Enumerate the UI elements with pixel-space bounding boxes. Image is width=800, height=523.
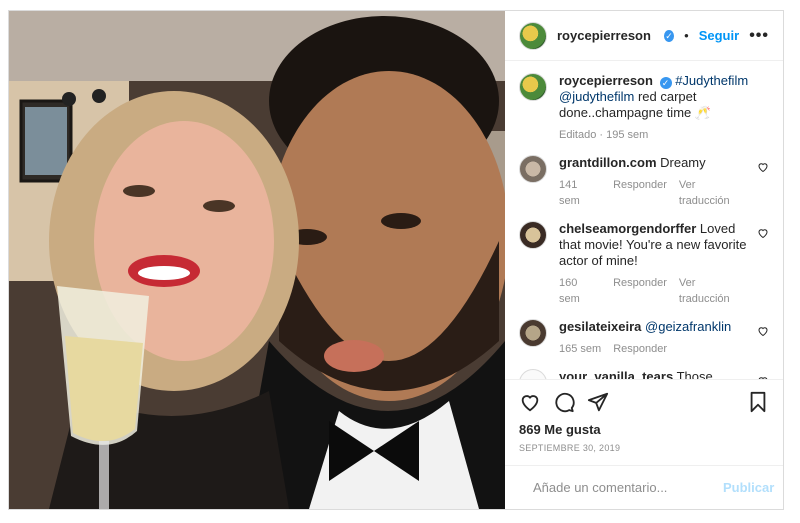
like-heart-icon[interactable] bbox=[519, 391, 541, 413]
reply-button[interactable]: Responder bbox=[613, 177, 667, 209]
avatar[interactable] bbox=[519, 221, 547, 249]
instagram-post: roycepierreson ✓ • Seguir ••• roycepierr… bbox=[8, 10, 784, 510]
separator-dot: • bbox=[684, 28, 689, 43]
heart-icon[interactable] bbox=[757, 375, 769, 379]
mention-link[interactable]: @judythefilm bbox=[559, 89, 634, 104]
comments-list[interactable]: roycepierreson ✓ #Judythefilm @judythefi… bbox=[505, 61, 783, 379]
avatar[interactable] bbox=[519, 73, 547, 101]
comment-input[interactable] bbox=[531, 479, 711, 496]
comment-item: your_vanilla_tears Those magic eyes))) bbox=[519, 369, 769, 379]
selfie-image bbox=[9, 11, 505, 509]
hashtag-link[interactable]: #Judythefilm bbox=[675, 73, 748, 88]
follow-button[interactable]: Seguir bbox=[699, 28, 739, 43]
comment-time: 141 sem bbox=[559, 179, 580, 207]
comment-time: 165 sem bbox=[559, 343, 602, 355]
verified-badge-icon: ✓ bbox=[663, 29, 675, 42]
heart-icon[interactable] bbox=[757, 227, 769, 239]
caption-meta: Editado · 195 sem bbox=[559, 129, 649, 141]
share-paper-plane-icon[interactable] bbox=[587, 391, 609, 413]
avatar[interactable] bbox=[519, 21, 547, 50]
mention-link[interactable]: @geizafranklin bbox=[645, 319, 731, 334]
post-date: Septiembre 30, 2019 bbox=[519, 443, 621, 453]
heart-icon[interactable] bbox=[757, 325, 769, 337]
reply-button[interactable]: Responder bbox=[613, 341, 667, 357]
comment-item: chelseamorgendorffer Loved that movie! Y… bbox=[519, 221, 769, 307]
more-options-icon[interactable]: ••• bbox=[749, 27, 769, 45]
comment-time: 160 sem bbox=[559, 277, 580, 305]
caption: roycepierreson ✓ #Judythefilm @judythefi… bbox=[519, 73, 769, 143]
comment-bubble-icon[interactable] bbox=[553, 391, 575, 413]
post-photo[interactable] bbox=[9, 11, 505, 509]
translate-button[interactable]: Ver traducción bbox=[679, 275, 749, 307]
add-comment-bar: Publicar bbox=[505, 465, 783, 509]
reply-button[interactable]: Responder bbox=[613, 275, 667, 307]
action-icons bbox=[519, 388, 769, 416]
comment-username[interactable]: your_vanilla_tears bbox=[559, 369, 673, 379]
comment-item: grantdillon.com Dreamy 141 sem Responder… bbox=[519, 155, 769, 209]
caption-username[interactable]: roycepierreson bbox=[559, 73, 653, 88]
comment-username[interactable]: chelseamorgendorffer bbox=[559, 221, 696, 236]
save-bookmark-icon[interactable] bbox=[747, 391, 769, 413]
post-header: roycepierreson ✓ • Seguir ••• bbox=[505, 11, 783, 61]
avatar[interactable] bbox=[519, 319, 547, 347]
username-link[interactable]: roycepierreson bbox=[557, 28, 651, 43]
comment-username[interactable]: gesilateixeira bbox=[559, 319, 641, 334]
post-actions: 869 Me gusta Septiembre 30, 2019 bbox=[505, 379, 783, 465]
comment-item: gesilateixeira @geizafranklin 165 sem Re… bbox=[519, 319, 769, 357]
translate-button[interactable]: Ver traducción bbox=[679, 177, 749, 209]
heart-icon[interactable] bbox=[757, 161, 769, 173]
verified-badge-icon: ✓ bbox=[659, 77, 672, 89]
comment-username[interactable]: grantdillon.com bbox=[559, 155, 657, 170]
avatar[interactable] bbox=[519, 369, 547, 379]
publish-button[interactable]: Publicar bbox=[723, 480, 774, 495]
avatar[interactable] bbox=[519, 155, 547, 183]
post-side-panel: roycepierreson ✓ • Seguir ••• roycepierr… bbox=[505, 11, 783, 509]
comment-text: Dreamy bbox=[660, 155, 706, 170]
likes-count[interactable]: 869 Me gusta bbox=[519, 422, 769, 437]
